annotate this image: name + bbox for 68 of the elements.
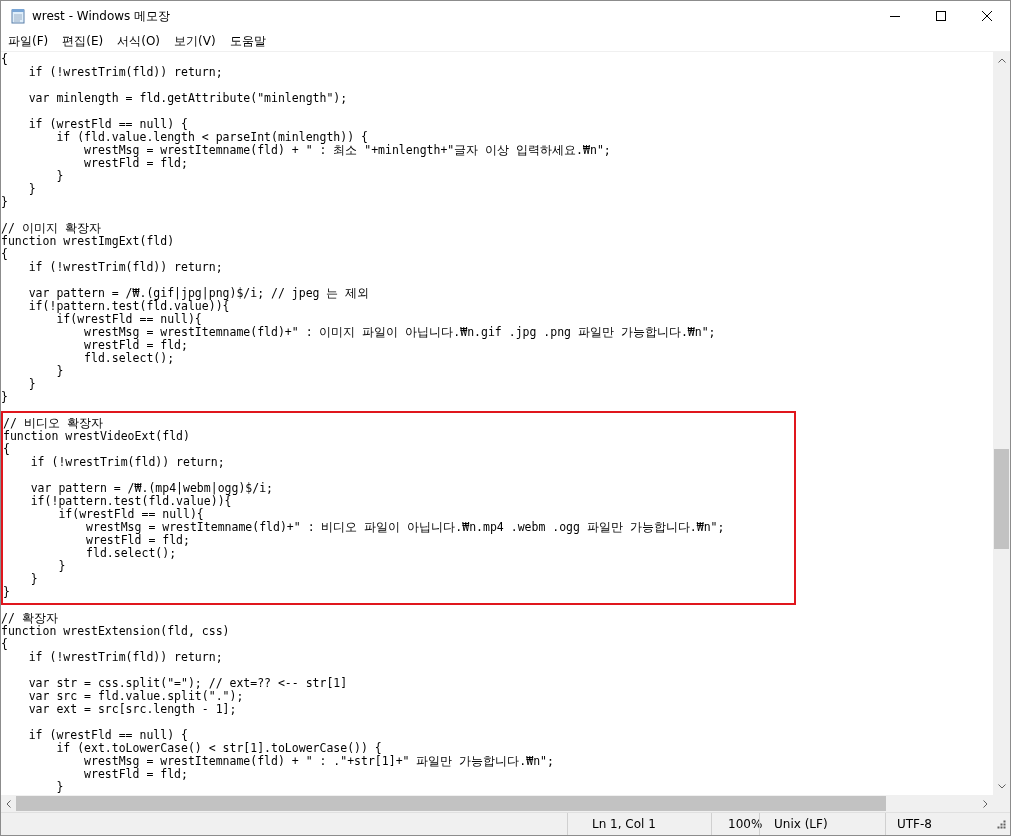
code-line: } bbox=[55, 780, 64, 794]
code-line: } bbox=[1, 195, 8, 209]
code-line: wrestFld = fld; bbox=[85, 533, 190, 547]
scroll-down-icon[interactable] bbox=[997, 784, 1006, 789]
code-line: // 이미지 확장자 bbox=[1, 221, 101, 235]
menu-item[interactable]: 서식(O) bbox=[110, 32, 168, 50]
scroll-right-icon[interactable] bbox=[983, 799, 988, 808]
code-line: { bbox=[1, 637, 8, 651]
code-line: } bbox=[3, 585, 10, 599]
window-title: wrest - Windows 메모장 bbox=[32, 7, 171, 25]
code-line: } bbox=[55, 364, 64, 378]
menu-item[interactable]: 편집(E) bbox=[55, 32, 111, 50]
horizontal-scrollbar[interactable] bbox=[1, 795, 993, 812]
code-line: if(wrestFld == null){ bbox=[56, 312, 202, 326]
scroll-up-icon[interactable] bbox=[997, 58, 1006, 63]
code-line: { bbox=[3, 442, 10, 456]
code-line: } bbox=[1, 390, 8, 404]
menu-item[interactable]: 보기(V) bbox=[167, 32, 223, 50]
code-line: if (!wrestTrim(fld)) return; bbox=[27, 650, 223, 664]
code-line: if(!pattern.test(fld.value)){ bbox=[27, 299, 230, 313]
code-line: { bbox=[1, 247, 8, 261]
code-line: wrestMsg = wrestItemname(fld) + " : ."+str[1]+" 파일만 가능합니다.₩n"; bbox=[83, 754, 554, 768]
code-line: fld.select(); bbox=[83, 351, 175, 365]
code-line: wrestFld = fld; bbox=[83, 767, 188, 781]
scroll-thumb[interactable] bbox=[16, 796, 886, 811]
status-text: Ln 1, Col 1 bbox=[567, 813, 711, 835]
scroll-left-icon[interactable] bbox=[6, 799, 11, 808]
code-line: fld.select(); bbox=[85, 546, 177, 560]
code-line: var ext = src[src.length - 1]; bbox=[27, 702, 237, 716]
code-line: var src = fld.value.split("."); bbox=[27, 689, 244, 703]
code-line: } bbox=[55, 169, 64, 183]
code-line: if (!wrestTrim(fld)) return; bbox=[27, 260, 223, 274]
code-line: if (!wrestTrim(fld)) return; bbox=[27, 65, 223, 79]
code-line: if (ext.toLowerCase() < str[1].toLowerCase()) { bbox=[55, 741, 382, 755]
maximize-icon bbox=[936, 11, 946, 21]
code-line: var minlength = fld.getAttribute("minlength"); bbox=[27, 91, 348, 105]
code-line: if (wrestFld == null) { bbox=[27, 117, 188, 131]
close-icon bbox=[982, 11, 992, 21]
notepad-icon bbox=[10, 8, 26, 24]
code-line: if (fld.value.length < parseInt(minlength)) { bbox=[55, 130, 368, 144]
code-line: } bbox=[27, 182, 36, 196]
code-line: } bbox=[27, 377, 36, 391]
code-line: } bbox=[29, 572, 38, 586]
code-line: function wrestExtension(fld, css) bbox=[1, 624, 230, 638]
scroll-thumb[interactable] bbox=[994, 449, 1009, 549]
vertical-scrollbar[interactable] bbox=[993, 52, 1010, 795]
code-line: if (!wrestTrim(fld)) return; bbox=[29, 455, 225, 469]
code-line: wrestMsg = wrestItemname(fld)+" : 비디오 파일이 아닙니다.₩n.mp4 .webm .ogg 파일만 가능합니다.₩n"; bbox=[85, 520, 725, 534]
code-line: wrestMsg = wrestItemname(fld)+" : 이미지 파일이 아닙니다.₩n.gif .jpg .png 파일만 가능합니다.₩n"; bbox=[83, 325, 716, 339]
code-line: wrestFld = fld; bbox=[83, 156, 188, 170]
menu-item[interactable]: 파일(F) bbox=[1, 32, 56, 50]
code-line: var str = css.split("="); // ext=?? <-- str[1] bbox=[27, 676, 348, 690]
resize-grip-icon[interactable] bbox=[997, 819, 1006, 829]
code-line: // 비디오 확장자 bbox=[3, 416, 103, 430]
code-line: function wrestVideoExt(fld) bbox=[3, 429, 190, 443]
code-line: if(wrestFld == null){ bbox=[58, 507, 204, 521]
code-line: var pattern = /₩.(gif|jpg|png)$/i; // jpeg 는 제외 bbox=[27, 286, 370, 300]
code-line: if(!pattern.test(fld.value)){ bbox=[29, 494, 232, 508]
code-line: function wrestImgExt(fld) bbox=[1, 234, 175, 248]
code-line: if (wrestFld == null) { bbox=[27, 728, 188, 742]
code-line: var pattern = /₩.(mp4|webm|ogg)$/i; bbox=[29, 481, 274, 495]
code-line: // 확장자 bbox=[1, 611, 58, 625]
code-line: wrestMsg = wrestItemname(fld) + " : 최소 "+minlength+"글자 이상 입력하세요.₩n"; bbox=[84, 143, 611, 157]
menu-item[interactable]: 도움말 bbox=[222, 32, 273, 50]
code-line: } bbox=[57, 559, 66, 573]
status-text: UTF-8 bbox=[885, 813, 993, 835]
code-line: { bbox=[1, 52, 8, 66]
code-line: wrestFld = fld; bbox=[83, 338, 188, 352]
